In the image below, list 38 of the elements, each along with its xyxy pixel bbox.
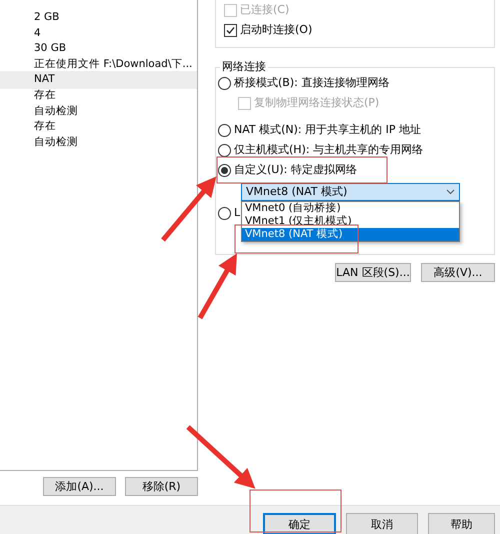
radio-button[interactable] [218, 76, 231, 90]
checkbox-label: 复制物理网络连接状态(P) [254, 94, 380, 111]
checkbox-label: 已连接(C) [240, 2, 290, 18]
dialog-button[interactable]: 取消 [346, 513, 418, 534]
checkbox[interactable] [224, 24, 237, 36]
list-item[interactable]: 存在 [0, 86, 197, 105]
dropdown[interactable]: VMnet8 (NAT 模式) [241, 183, 460, 201]
dialog-button[interactable]: 高级(V)... [421, 263, 495, 282]
dialog-button[interactable]: 确定 [263, 513, 336, 534]
dialog-button[interactable]: LAN 区段(S)... [335, 263, 411, 282]
dropdown-value: VMnet8 (NAT 模式) [246, 184, 348, 200]
dialog-button[interactable]: 添加(A)... [43, 477, 116, 496]
list-item[interactable]: 4 [0, 24, 197, 42]
list-item[interactable]: 存在 [0, 118, 197, 136]
radio-label: 桥接模式(B): 直接连接物理网络 [234, 74, 390, 91]
radio-button[interactable] [218, 124, 231, 136]
arrow-annotation [186, 425, 256, 489]
list-item[interactable]: NAT [0, 71, 197, 89]
dropdown-option[interactable]: VMnet8 (NAT 模式) [242, 228, 459, 241]
checkbox-label: 启动时连接(O) [240, 22, 312, 38]
radio-button[interactable] [218, 164, 231, 176]
dialog-button[interactable]: 帮助 [428, 513, 495, 534]
radio-label: 自定义(U): 特定虚拟网络 [234, 162, 357, 178]
list-item[interactable]: 30 GB [0, 40, 197, 58]
dropdown-option[interactable]: VMnet0 (自动桥接) [242, 202, 459, 215]
dialog-button[interactable]: 移除(R) [125, 477, 198, 496]
arrow-annotation [198, 253, 237, 320]
radio-label: 仅主机模式(H): 与主机共享的专用网络 [234, 142, 424, 158]
radio-button[interactable] [218, 144, 231, 156]
arrow-annotation [161, 176, 216, 242]
chevron-down-icon [446, 189, 455, 195]
list-item[interactable]: 自动检测 [0, 102, 197, 120]
radio-label: NAT 模式(N): 用于共享主机的 IP 地址 [234, 122, 421, 138]
list-item[interactable]: 正在使用文件 F:\Download\下... [0, 56, 197, 74]
list-item[interactable]: 2 GB [0, 9, 197, 27]
radio-label: L [234, 204, 240, 221]
radio-button[interactable] [218, 206, 231, 220]
list-item[interactable]: 自动检测 [0, 134, 197, 152]
